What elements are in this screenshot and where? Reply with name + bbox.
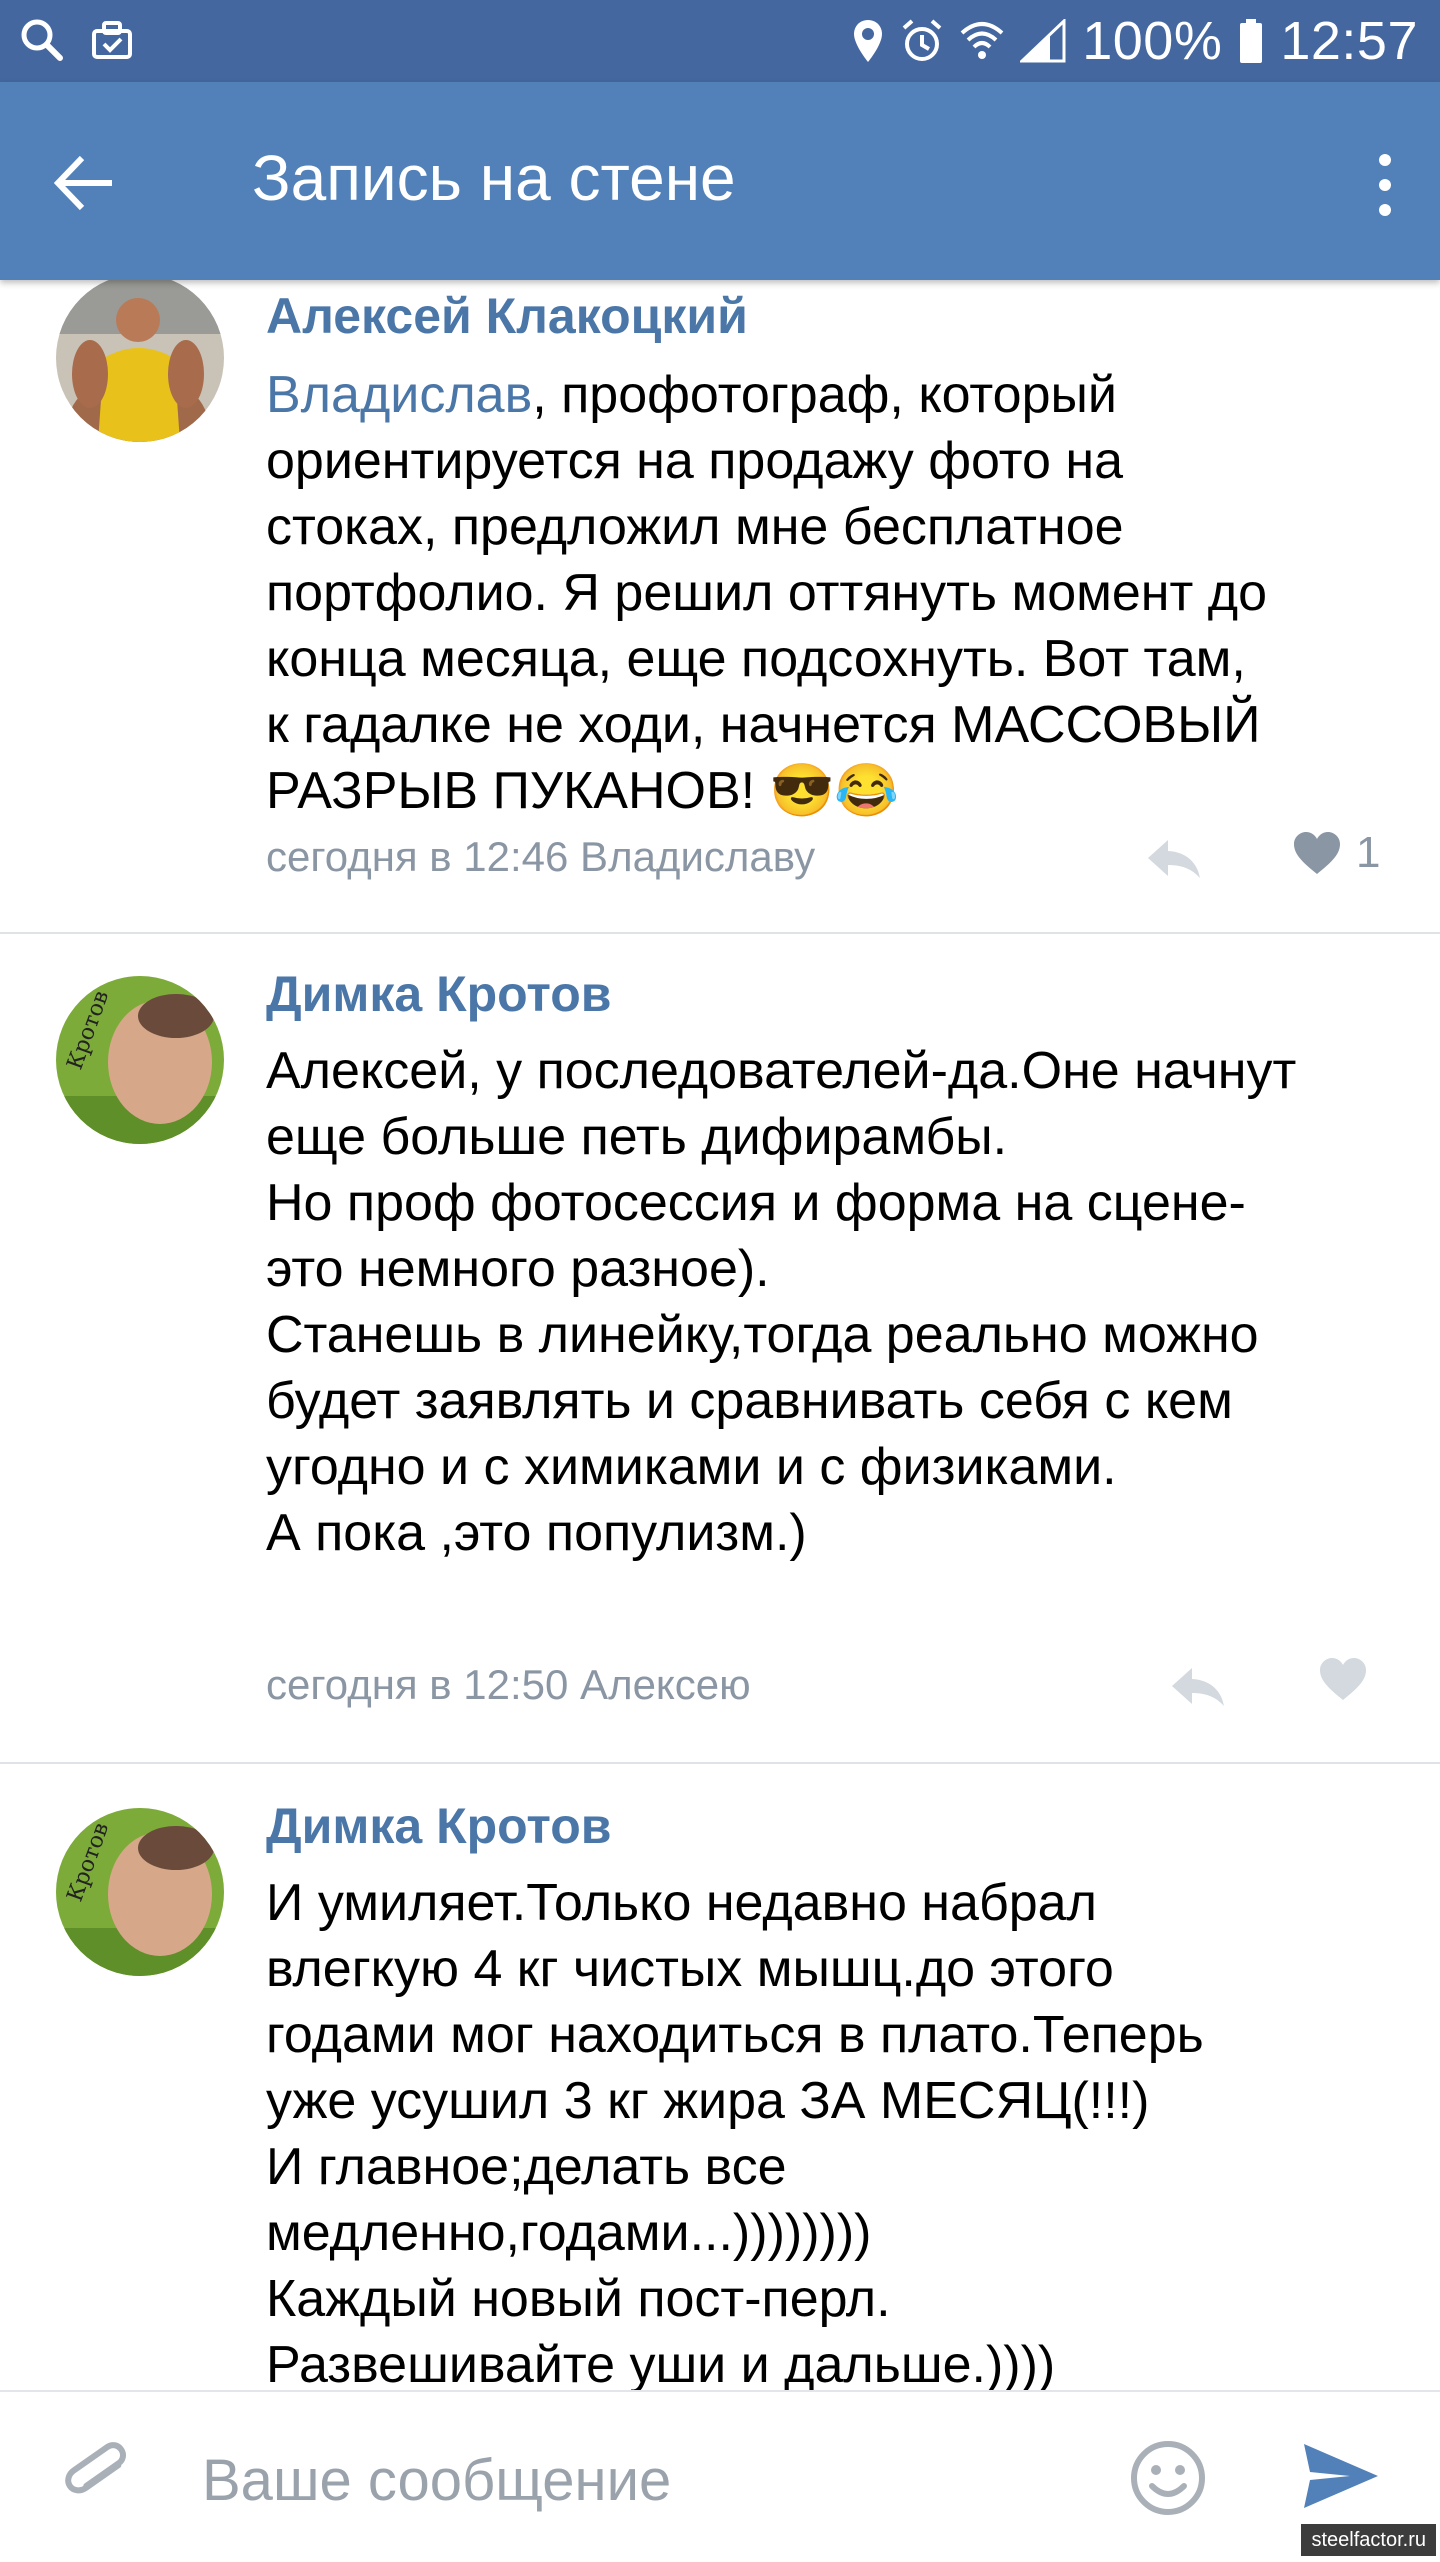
send-icon[interactable] [1302, 2440, 1380, 2512]
clock-time: 12:57 [1280, 11, 1418, 71]
like-count: 1 [1356, 828, 1381, 877]
comment-text: Владислав, профотограф, который ориентир… [266, 362, 1396, 824]
signal-icon [1020, 19, 1066, 63]
mention-link[interactable]: Владислав [266, 366, 532, 424]
back-arrow-icon[interactable] [52, 154, 116, 212]
heart-icon [1294, 832, 1340, 874]
attach-paperclip-icon[interactable] [62, 2440, 136, 2514]
message-input[interactable]: Ваше сообщение [202, 2446, 671, 2516]
like-button[interactable]: 1 [1292, 828, 1380, 878]
reply-icon[interactable] [1144, 836, 1204, 882]
battery-icon [1240, 19, 1263, 63]
reply-icon[interactable] [1168, 1664, 1228, 1710]
briefcase-notification-icon [92, 21, 132, 59]
heart-icon [1320, 1658, 1366, 1700]
avatar[interactable] [56, 280, 224, 442]
emoji-smile-icon[interactable] [1128, 2438, 1208, 2518]
like-button[interactable] [1318, 1656, 1382, 1702]
watermark: steelfactor.ru [1301, 2524, 1436, 2556]
app-bar: Запись на стене [0, 82, 1440, 280]
alarm-icon [902, 19, 942, 61]
battery-percent: 100% [1082, 11, 1223, 71]
message-input-bar: Ваше сообщение [0, 2390, 1440, 2562]
comment-author[interactable]: Алексей Клакоцкий [266, 286, 748, 346]
comment-meta: сегодня в 12:50 Алексею [266, 1661, 751, 1708]
comment-meta: сегодня в 12:46 Владиславу [266, 833, 816, 880]
more-options-icon[interactable] [1370, 152, 1400, 218]
comment-text: И умиляет.Только недавно набрал влегкую … [266, 1874, 1204, 2390]
comment-body: , профотограф, который ориентируется на … [266, 366, 1268, 820]
comment-author[interactable]: Димка Кротов [266, 964, 612, 1024]
page-title: Запись на стене [252, 142, 736, 214]
avatar[interactable]: Кротов [56, 1808, 224, 1976]
comment-text: Алексей, у последователей-да.Оне начнут … [266, 1042, 1297, 1562]
comments-list: Алексей Клакоцкий Владислав, профотограф… [0, 280, 1440, 2390]
search-icon [21, 19, 63, 61]
comment: Кротов Димка Кротов Алексей, у последова… [0, 934, 1440, 1762]
comment-author[interactable]: Димка Кротов [266, 1796, 612, 1856]
wifi-icon [960, 22, 1004, 59]
status-bar: 100% 12:57 [0, 0, 1440, 82]
comment: Кротов Димка Кротов И умиляет.Только нед… [0, 1764, 1440, 2390]
comment: Алексей Клакоцкий Владислав, профотограф… [0, 280, 1440, 932]
location-icon [854, 20, 883, 62]
avatar[interactable]: Кротов [56, 976, 224, 1144]
